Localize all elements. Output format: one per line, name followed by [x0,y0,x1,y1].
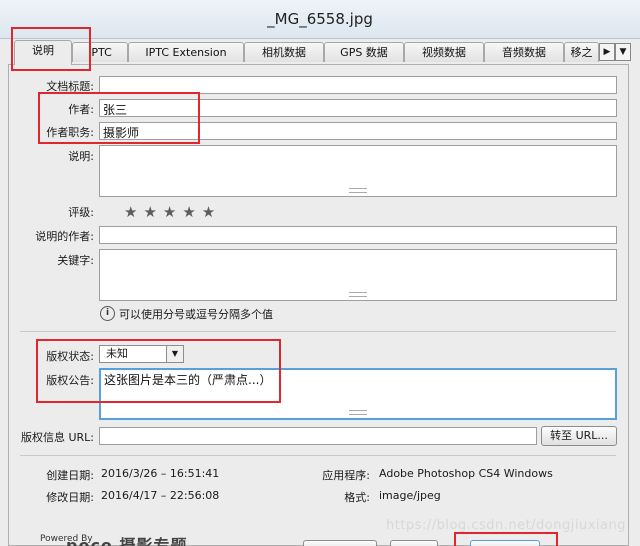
brand-logo: poco 摄影专题 [66,536,188,546]
divider [20,331,616,332]
tab-description[interactable]: 说明 [14,40,72,65]
resize-grip-icon[interactable] [349,292,367,297]
app-value: Adobe Photoshop CS4 Windows [379,467,553,480]
tab-video-data[interactable]: 视频数据 [404,42,484,62]
author-title-label: 作者职务: [46,126,94,139]
created-label: 创建日期: [46,469,94,482]
bottom-button[interactable] [390,540,438,546]
modified-value: 2016/4/17 – 22:56:08 [101,489,220,502]
tab-bar: 说明 IPTC IPTC Extension 相机数据 GPS 数据 视频数据 … [8,40,638,65]
title-bar: _MG_6558.jpg [0,0,640,39]
doc-title-field[interactable] [99,76,617,94]
keywords-field[interactable] [99,249,617,301]
desc-writer-field[interactable] [99,226,617,244]
watermark: https://blog.csdn.net/dongjiuxiang [386,518,626,533]
rating-stars[interactable]: ★★★★★ [124,203,221,221]
author-label: 作者: [68,103,94,116]
copyright-status-value: 未知 [106,347,128,360]
modified-label: 修改日期: [46,491,94,504]
copyright-notice-field[interactable]: 这张图片是本三的（严肃点...） [99,368,617,420]
file-info-window: _MG_6558.jpg 说明 IPTC IPTC Extension 相机数据… [0,0,640,546]
description-field[interactable] [99,145,617,197]
tab-audio-data[interactable]: 音频数据 [484,42,564,62]
doc-title-label: 文档标题: [46,80,94,93]
tab-iptc-extension[interactable]: IPTC Extension [128,42,244,62]
tab-mobile[interactable]: 移之 [564,42,599,62]
description-label: 说明: [68,150,94,163]
copyright-url-label: 版权信息 URL: [20,431,94,444]
divider [20,455,616,456]
ok-button[interactable] [470,540,540,546]
rating-label: 评级: [68,206,94,219]
copyright-notice-label: 版权公告: [46,374,94,387]
tab-gps-data[interactable]: GPS 数据 [324,42,404,62]
tab-camera-data[interactable]: 相机数据 [244,42,324,62]
copyright-status-select[interactable]: 未知 ▼ [99,345,184,363]
copyright-notice-text: 这张图片是本三的（严肃点...） [104,373,272,387]
author-field[interactable]: 张三 [99,99,617,117]
keywords-hint: 可以使用分号或逗号分隔多个值 [119,308,273,321]
resize-grip-icon[interactable] [349,188,367,193]
tab-scroll-right-icon[interactable]: ▶ [599,43,615,61]
go-to-url-button[interactable]: 转至 URL... [541,426,617,446]
tab-menu-icon[interactable]: ▼ [615,43,631,61]
author-title-field[interactable]: 摄影师 [99,122,617,140]
info-icon: i [100,306,115,321]
format-value: image/jpeg [379,489,441,502]
tab-iptc[interactable]: IPTC [72,42,128,62]
resize-grip-icon[interactable] [349,410,367,415]
desc-writer-label: 说明的作者: [35,230,94,243]
keywords-label: 关键字: [57,254,94,267]
window-title: _MG_6558.jpg [267,10,373,28]
bottom-button[interactable] [303,540,377,546]
format-label: 格式: [344,491,370,504]
app-label: 应用程序: [322,469,370,482]
chevron-down-icon: ▼ [166,346,183,362]
created-value: 2016/3/26 – 16:51:41 [101,467,220,480]
copyright-url-field[interactable] [99,427,537,445]
copyright-status-label: 版权状态: [46,350,94,363]
